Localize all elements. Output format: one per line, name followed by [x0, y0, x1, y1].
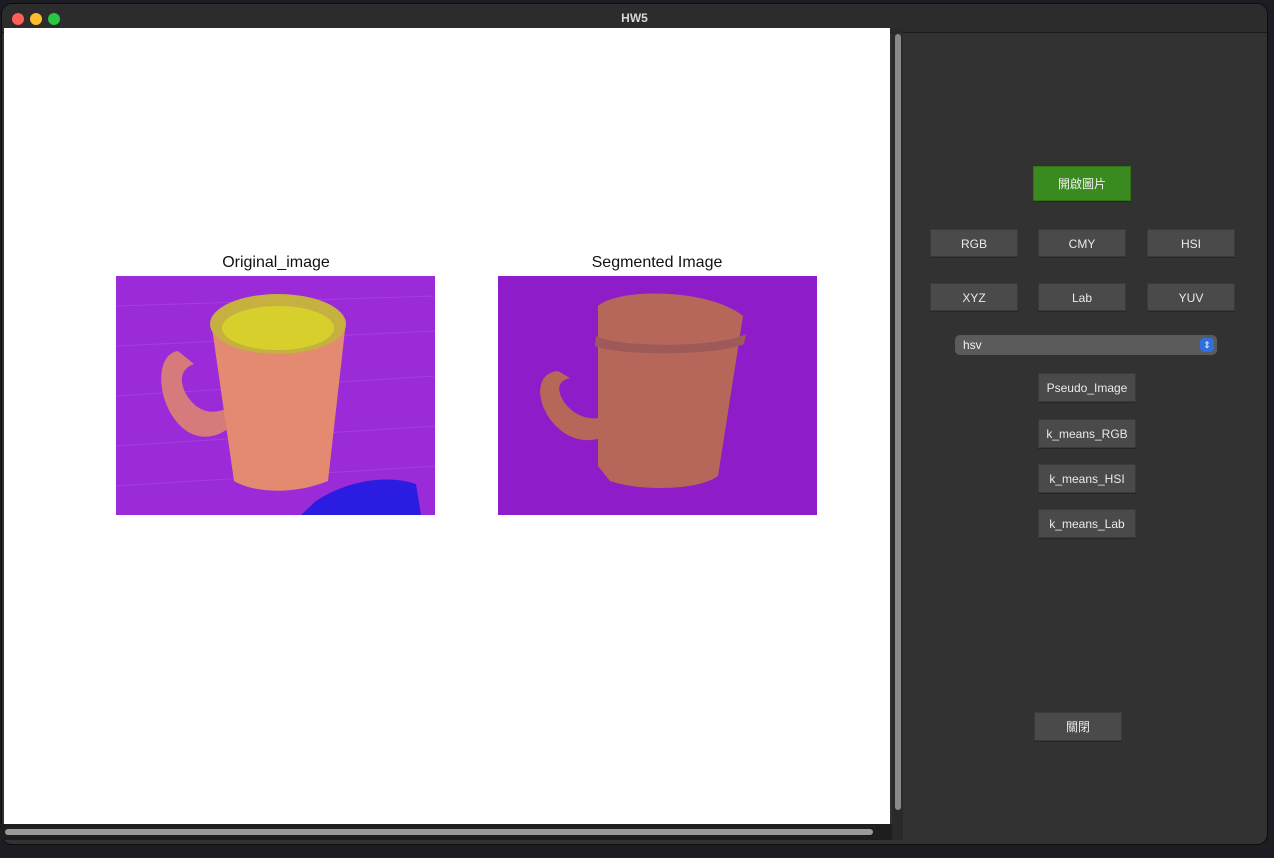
- lab-button[interactable]: Lab: [1038, 283, 1126, 311]
- pseudo-image-button[interactable]: Pseudo_Image: [1038, 373, 1136, 402]
- horizontal-scrollbar[interactable]: [5, 829, 873, 835]
- vertical-scrollbar[interactable]: [895, 34, 901, 810]
- k-means-hsi-button[interactable]: k_means_HSI: [1038, 464, 1136, 493]
- chevron-updown-icon: ⇕: [1200, 338, 1214, 352]
- segmented-image: [498, 276, 817, 515]
- xyz-button[interactable]: XYZ: [930, 283, 1018, 311]
- colormap-select[interactable]: hsv ⇕: [955, 335, 1217, 355]
- open-image-button[interactable]: 開啟圖片: [1033, 166, 1131, 201]
- k-means-lab-button[interactable]: k_means_Lab: [1038, 509, 1136, 538]
- close-button[interactable]: 關閉: [1034, 712, 1122, 741]
- plot-canvas: Original_image Segmented Image: [4, 28, 890, 828]
- k-means-rgb-button[interactable]: k_means_RGB: [1038, 419, 1136, 448]
- hsi-button[interactable]: HSI: [1147, 229, 1235, 257]
- window-title: HW5: [621, 11, 648, 25]
- yuv-button[interactable]: YUV: [1147, 283, 1235, 311]
- original-image-title: Original_image: [222, 254, 330, 271]
- original-image: [116, 276, 435, 515]
- cmy-button[interactable]: CMY: [1038, 229, 1126, 257]
- rgb-button[interactable]: RGB: [930, 229, 1018, 257]
- colormap-select-value: hsv: [963, 338, 982, 352]
- segmented-image-title: Segmented Image: [591, 254, 723, 271]
